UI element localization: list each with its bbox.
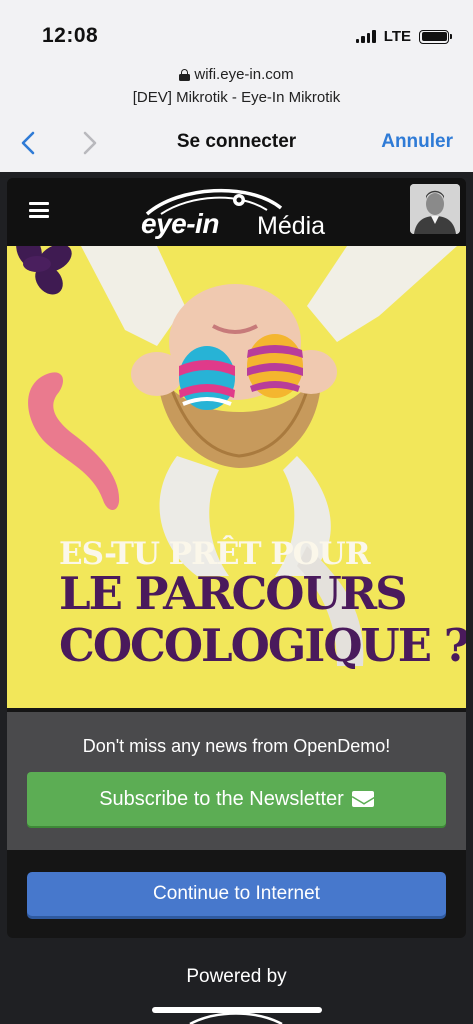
newsletter-box: Don't miss any news from OpenDemo! Subsc… (7, 712, 466, 850)
lock-icon (179, 68, 191, 81)
powered-by-text: Powered by (186, 966, 287, 987)
cancel-button[interactable]: Annuler (381, 131, 453, 153)
banner-headline-big: LE PARCOURS COCOLOGIQUE ? (59, 567, 466, 672)
easter-egg-left-icon (179, 346, 235, 410)
powered-by-logo-arc-icon (189, 1012, 283, 1024)
menu-icon[interactable] (29, 202, 49, 218)
forward-chevron-icon[interactable] (74, 128, 104, 158)
eye-in-media-logo: eye-in Média (139, 184, 339, 242)
subscribe-newsletter-button[interactable]: Subscribe to the Newsletter (27, 772, 446, 826)
browser-sheet-header: 12:08 LTE wifi.eye-in.com [DEV] Mikrotik… (0, 0, 473, 172)
logo-suffix: Média (257, 212, 326, 240)
url-bar: wifi.eye-in.com (0, 66, 473, 83)
avatar[interactable] (410, 184, 460, 234)
easter-promo-banner[interactable]: ES-TU PRÊT POUR LE PARCOURS COCOLOGIQUE … (7, 246, 466, 708)
easter-egg-right-icon (247, 334, 303, 398)
network-type: LTE (383, 28, 411, 45)
status-time: 12:08 (42, 24, 99, 47)
back-chevron-icon[interactable] (14, 128, 44, 158)
signal-icon (355, 30, 376, 43)
continue-to-internet-button[interactable]: Continue to Internet (27, 872, 446, 916)
url-text: wifi.eye-in.com (194, 66, 294, 83)
user-avatar-icon (410, 184, 460, 234)
captive-portal: eye-in Média ES-TU PRÊT POUR LE PARCOURS… (0, 172, 473, 1024)
status-indicators: LTE (355, 28, 452, 45)
envelope-icon (351, 791, 374, 807)
subscribe-label: Subscribe to the Newsletter (99, 787, 344, 810)
page-title: [DEV] Mikrotik - Eye-In Mikrotik (132, 89, 341, 106)
portal-card: eye-in Média ES-TU PRÊT POUR LE PARCOURS… (7, 178, 466, 938)
battery-icon (419, 29, 452, 44)
portal-header: eye-in Média (7, 178, 466, 246)
logo-brand: eye-in (141, 208, 219, 239)
newsletter-text: Don't miss any news from OpenDemo! (82, 736, 391, 756)
